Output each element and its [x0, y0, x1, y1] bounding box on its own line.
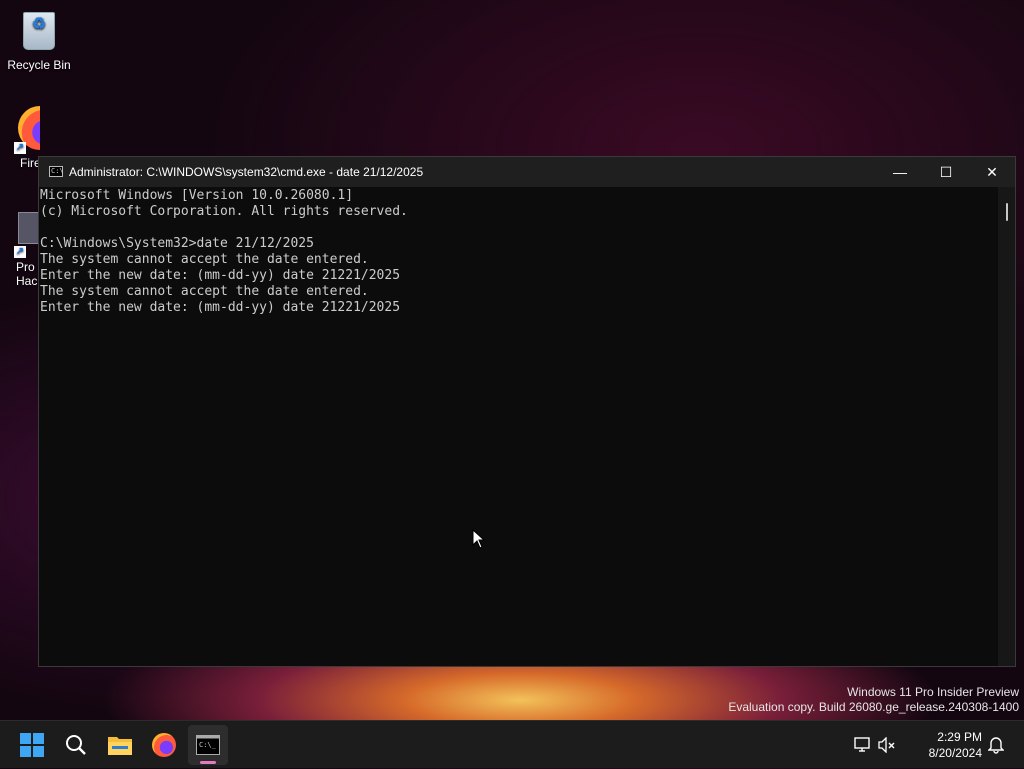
minimize-button[interactable]: — — [877, 157, 923, 187]
svg-text:C:\_: C:\_ — [199, 741, 217, 749]
active-app-indicator — [200, 761, 216, 764]
windows-logo-icon — [20, 733, 44, 757]
cmd-window[interactable]: C:\ Administrator: C:\WINDOWS\system32\c… — [38, 156, 1016, 667]
search-button[interactable] — [56, 725, 96, 765]
terminal-output[interactable]: Microsoft Windows [Version 10.0.26080.1]… — [39, 187, 998, 666]
recycle-bin-icon: ♻ — [15, 6, 63, 54]
window-title: Administrator: C:\WINDOWS\system32\cmd.e… — [69, 165, 424, 179]
terminal-line: The system cannot accept the date entere… — [40, 284, 369, 299]
terminal-line: (c) Microsoft Corporation. All rights re… — [40, 204, 408, 219]
volume-muted-icon[interactable] — [878, 737, 896, 753]
shortcut-arrow-icon: ↗ — [14, 142, 26, 154]
desktop-icon-label: Fire — [20, 156, 40, 170]
system-tray: 2:29 PM 8/20/2024 — [854, 721, 1024, 769]
watermark-line: Evaluation copy. Build 26080.ge_release.… — [728, 700, 1019, 714]
clock-date: 8/20/2024 — [928, 746, 982, 760]
desktop-icon-recycle-bin[interactable]: ♻ Recycle Bin — [1, 6, 77, 72]
network-icon[interactable] — [854, 737, 872, 753]
firefox-icon: ↗ — [14, 104, 40, 154]
desktop-icon-label: Pro Hac — [16, 260, 38, 288]
terminal-line: The system cannot accept the date entere… — [40, 252, 369, 267]
desktop-icon-program[interactable]: ↗ Pro Hac — [0, 208, 38, 288]
desktop-icon-firefox[interactable]: ↗ Fire — [0, 104, 40, 170]
terminal-line: Enter the new date: (mm-dd-yy) date 2122… — [40, 268, 401, 283]
search-icon — [66, 735, 86, 755]
firefox-icon — [152, 733, 176, 757]
firefox-taskbar-button[interactable] — [144, 725, 184, 765]
start-button[interactable] — [12, 725, 52, 765]
shortcut-arrow-icon: ↗ — [14, 246, 26, 258]
title-bar[interactable]: C:\ Administrator: C:\WINDOWS\system32\c… — [39, 157, 1015, 187]
terminal-icon: C:\_ — [196, 735, 220, 755]
desktop-icon-label: Recycle Bin — [7, 58, 71, 72]
notification-bell-icon[interactable] — [988, 736, 1004, 754]
file-explorer-button[interactable] — [100, 725, 140, 765]
clock-time: 2:29 PM — [937, 730, 982, 744]
watermark-line: Windows 11 Pro Insider Preview — [847, 685, 1019, 699]
terminal-line: Enter the new date: (mm-dd-yy) date 2122… — [40, 300, 401, 315]
clock[interactable]: 2:29 PM 8/20/2024 — [929, 729, 982, 761]
terminal-taskbar-button[interactable]: C:\_ — [188, 725, 228, 765]
maximize-button[interactable]: ☐ — [923, 157, 969, 187]
folder-icon — [108, 737, 132, 755]
terminal-line: C:\Windows\System32>date 21/12/2025 — [40, 236, 314, 251]
scrollbar-thumb[interactable] — [1006, 203, 1008, 221]
terminal-line: Microsoft Windows [Version 10.0.26080.1] — [40, 188, 354, 203]
scrollbar[interactable] — [998, 187, 1015, 666]
close-button[interactable]: ✕ — [969, 157, 1015, 187]
app-shortcut-icon: ↗ — [14, 208, 38, 258]
cmd-app-icon: C:\ — [49, 166, 64, 177]
taskbar: C:\_ 2:29 PM 8/20/2024 — [0, 720, 1024, 768]
evaluation-watermark: Windows 11 Pro Insider Preview Evaluatio… — [728, 685, 1019, 715]
